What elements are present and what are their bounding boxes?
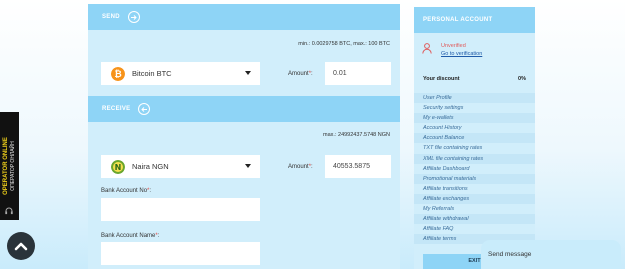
receive-currency-name: Naira NGN bbox=[132, 162, 169, 171]
discount-value: 0% bbox=[518, 76, 526, 82]
send-message-label: Send message bbox=[488, 251, 532, 258]
menu-item-xml-rates[interactable]: XML file containing rates bbox=[414, 153, 535, 164]
send-currency-name: Bitcoin BTC bbox=[132, 69, 172, 78]
chevron-up-icon bbox=[14, 242, 28, 251]
personal-account-panel: PERSONAL ACCOUNT Unverified Go to verifi… bbox=[414, 7, 535, 269]
receive-limits: max.: 24992437.5748 NGN bbox=[323, 132, 390, 138]
menu-item-affiliate-transitions[interactable]: Affiliate transitions bbox=[414, 184, 535, 194]
send-message-widget[interactable]: Send message bbox=[481, 240, 621, 269]
receive-section-header: RECEIVE bbox=[88, 96, 400, 122]
send-currency-select[interactable]: ₿ Bitcoin BTC bbox=[101, 62, 260, 85]
menu-item-affiliate-withdrawal[interactable]: Affiliate withdrawal bbox=[414, 214, 535, 225]
send-limits: min.: 0.0029758 BTC, max.: 100 BTC bbox=[298, 41, 390, 47]
menu-item-account-history[interactable]: Account History bbox=[414, 123, 535, 133]
svg-text:N: N bbox=[115, 163, 122, 172]
headset-icon bbox=[5, 207, 13, 215]
user-icon bbox=[422, 43, 432, 54]
menu-item-affiliate-dashboard[interactable]: Affiliate Dashboard bbox=[414, 164, 535, 174]
menu-item-my-referrals[interactable]: My Referrals bbox=[414, 204, 535, 214]
account-menu: User Profile Security settings My e-wall… bbox=[414, 93, 535, 245]
menu-item-promotional-materials[interactable]: Promotional materials bbox=[414, 173, 535, 184]
operator-status: OPERATOR ONLINE ОПЕРАТОР ОНЛАЙН bbox=[3, 137, 17, 195]
bank-account-no-input[interactable] bbox=[101, 198, 260, 221]
bitcoin-icon: ₿ bbox=[111, 66, 125, 81]
chevron-down-icon bbox=[245, 164, 251, 168]
bank-account-name-label: Bank Account Name*: bbox=[101, 233, 160, 239]
svg-text:₿: ₿ bbox=[114, 69, 121, 80]
receive-currency-select[interactable]: N Naira NGN bbox=[101, 155, 260, 178]
bank-account-name-input[interactable] bbox=[101, 242, 260, 265]
discount-label: Your discount bbox=[423, 76, 460, 82]
go-to-verification-link[interactable]: Go to verification bbox=[441, 51, 482, 57]
exchange-form: SEND min.: 0.0029758 BTC, max.: 100 BTC … bbox=[88, 4, 400, 269]
discount-row: Your discount 0% bbox=[414, 67, 535, 91]
bank-account-no-label: Bank Account No*: bbox=[101, 188, 152, 194]
operator-line1: OPERATOR ONLINE bbox=[2, 137, 9, 195]
send-section-header: SEND bbox=[88, 4, 400, 30]
naira-icon: N bbox=[111, 159, 125, 174]
menu-item-security-settings[interactable]: Security settings bbox=[414, 103, 535, 113]
receive-amount-input[interactable]: 40553.5875 bbox=[325, 155, 391, 178]
send-amount-label: Amount*: bbox=[288, 71, 313, 77]
unverified-status: Unverified bbox=[441, 43, 466, 49]
operator-online-tab[interactable]: OPERATOR ONLINE ОПЕРАТОР ОНЛАЙН bbox=[0, 112, 19, 220]
menu-item-affiliate-exchanges[interactable]: Affiliate exchanges bbox=[414, 193, 535, 205]
operator-line2: ОПЕРАТОР ОНЛАЙН bbox=[9, 141, 16, 191]
receive-amount-label: Amount*: bbox=[288, 164, 313, 170]
send-amount-input[interactable]: 0.01 bbox=[325, 62, 391, 85]
send-title: SEND bbox=[102, 14, 120, 20]
receive-title: RECEIVE bbox=[102, 106, 131, 112]
chevron-down-icon bbox=[245, 71, 251, 75]
menu-item-account-balance[interactable]: Account Balance bbox=[414, 133, 535, 144]
scroll-to-top-button[interactable] bbox=[7, 232, 35, 260]
menu-item-user-profile[interactable]: User Profile bbox=[414, 93, 535, 104]
personal-account-title: PERSONAL ACCOUNT bbox=[414, 7, 535, 33]
arrow-right-circle-icon[interactable] bbox=[127, 11, 140, 23]
arrow-left-circle-icon[interactable] bbox=[138, 103, 151, 115]
menu-item-e-wallets[interactable]: My e-wallets bbox=[414, 113, 535, 124]
menu-item-affiliate-faq[interactable]: Affiliate FAQ bbox=[414, 224, 535, 234]
menu-item-txt-rates[interactable]: TXT file containing rates bbox=[414, 143, 535, 153]
